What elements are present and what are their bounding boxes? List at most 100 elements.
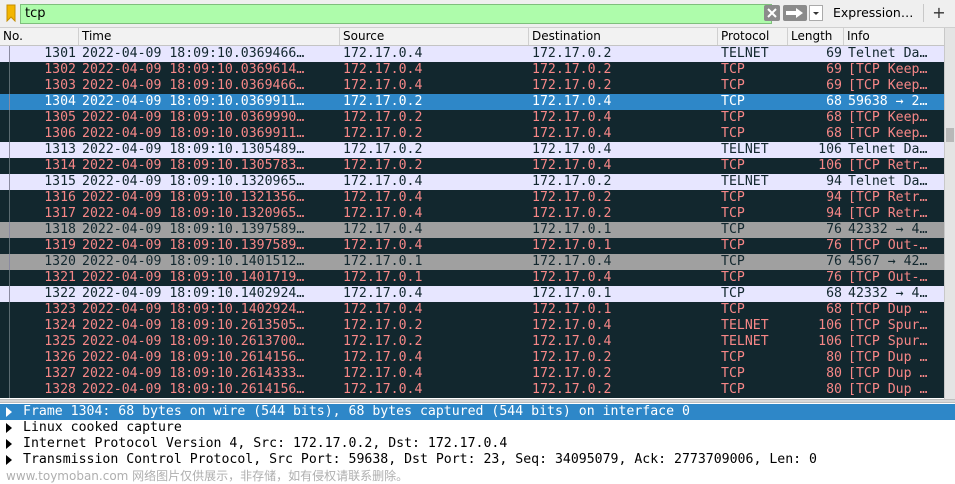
cell-dst: 172.17.0.4 bbox=[532, 318, 612, 333]
cell-dst: 172.17.0.4 bbox=[532, 94, 612, 109]
cell-len: 68 bbox=[826, 126, 842, 141]
cell-src: 172.17.0.2 bbox=[343, 110, 423, 125]
column-header-source[interactable]: Source bbox=[340, 28, 529, 45]
packet-row[interactable]: 1302 2022-04-09 18:09:10.0369614… 172.17.0… bbox=[0, 62, 944, 78]
packet-row[interactable]: 1316 2022-04-09 18:09:10.1321356… 172.17.0… bbox=[0, 190, 944, 206]
packet-row[interactable]: 1301 2022-04-09 18:09:10.0369466… 172.17.0… bbox=[0, 46, 944, 62]
cell-src: 172.17.0.2 bbox=[343, 142, 423, 157]
packet-row[interactable]: 1325 2022-04-09 18:09:10.2613700… 172.17.0… bbox=[0, 334, 944, 350]
cell-no: 1327 bbox=[44, 366, 76, 381]
cell-info: [TCP Keep… bbox=[848, 62, 928, 77]
display-filter-input[interactable]: tcp bbox=[20, 4, 772, 24]
cell-len: 69 bbox=[826, 46, 842, 61]
cell-proto: TCP bbox=[721, 254, 745, 269]
recent-filters-dropdown-icon[interactable] bbox=[809, 5, 823, 21]
cell-src: 172.17.0.4 bbox=[343, 62, 423, 77]
cell-no: 1321 bbox=[44, 270, 76, 285]
cell-proto: TCP bbox=[721, 126, 745, 141]
column-header-protocol[interactable]: Protocol bbox=[718, 28, 788, 45]
expand-arrow-icon[interactable] bbox=[6, 423, 12, 433]
cell-proto: TELNET bbox=[721, 46, 769, 61]
cell-dst: 172.17.0.1 bbox=[532, 222, 612, 237]
cell-src: 172.17.0.4 bbox=[343, 350, 423, 365]
packet-row[interactable]: 1305 2022-04-09 18:09:10.0369990… 172.17.0… bbox=[0, 110, 944, 126]
cell-time: 2022-04-09 18:09:10.1402924… bbox=[82, 302, 305, 317]
apply-filter-arrow-icon[interactable] bbox=[783, 5, 807, 21]
cell-proto: TCP bbox=[721, 190, 745, 205]
scrollbar-thumb[interactable] bbox=[946, 128, 954, 142]
column-header-time[interactable]: Time bbox=[79, 28, 340, 45]
cell-len: 76 bbox=[826, 222, 842, 237]
cell-len: 106 bbox=[818, 334, 842, 349]
cell-dst: 172.17.0.2 bbox=[532, 190, 612, 205]
cell-dst: 172.17.0.1 bbox=[532, 238, 612, 253]
packet-list: No. Time Source Destination Protocol Len… bbox=[0, 28, 955, 399]
cell-info: [TCP Spur… bbox=[848, 334, 928, 349]
packet-row[interactable]: 1319 2022-04-09 18:09:10.1397589… 172.17.0… bbox=[0, 238, 944, 254]
detail-row-tcp[interactable]: Transmission Control Protocol, Src Port:… bbox=[0, 452, 955, 468]
cell-time: 2022-04-09 18:09:10.2614156… bbox=[82, 350, 305, 365]
cell-info: 59638 → 2… bbox=[848, 94, 928, 109]
clear-filter-icon[interactable] bbox=[764, 5, 780, 21]
packet-row[interactable]: 1321 2022-04-09 18:09:10.1401719… 172.17.0… bbox=[0, 270, 944, 286]
cell-time: 2022-04-09 18:09:10.2614156… bbox=[82, 382, 305, 397]
packet-row[interactable]: 1323 2022-04-09 18:09:10.1402924… 172.17.0… bbox=[0, 302, 944, 318]
cell-len: 80 bbox=[826, 350, 842, 365]
filter-bookmark-icon[interactable] bbox=[3, 4, 19, 22]
expression-button[interactable]: Expression… bbox=[833, 4, 913, 22]
cell-dst: 172.17.0.4 bbox=[532, 110, 612, 125]
expand-arrow-icon[interactable] bbox=[6, 407, 12, 417]
packet-row[interactable]: 1317 2022-04-09 18:09:10.1320965… 172.17.0… bbox=[0, 206, 944, 222]
cell-time: 2022-04-09 18:09:10.1402924… bbox=[82, 286, 305, 301]
packet-row[interactable]: 1324 2022-04-09 18:09:10.2613505… 172.17.0… bbox=[0, 318, 944, 334]
cell-info: [TCP Keep… bbox=[848, 78, 928, 93]
cell-dst: 172.17.0.4 bbox=[532, 270, 612, 285]
cell-len: 106 bbox=[818, 318, 842, 333]
cell-no: 1303 bbox=[44, 78, 76, 93]
detail-text: Internet Protocol Version 4, Src: 172.17… bbox=[23, 436, 508, 451]
expand-arrow-icon[interactable] bbox=[6, 455, 12, 465]
packet-row[interactable]: 1313 2022-04-09 18:09:10.1305489… 172.17.0… bbox=[0, 142, 944, 158]
packet-row[interactable]: 1303 2022-04-09 18:09:10.0369466… 172.17.0… bbox=[0, 78, 944, 94]
column-header-length[interactable]: Length bbox=[788, 28, 844, 45]
cell-len: 80 bbox=[826, 366, 842, 381]
packet-row[interactable]: 1322 2022-04-09 18:09:10.1402924… 172.17.0… bbox=[0, 286, 944, 302]
cell-len: 80 bbox=[826, 382, 842, 397]
detail-row-ipv4[interactable]: Internet Protocol Version 4, Src: 172.17… bbox=[0, 436, 955, 452]
detail-text: Linux cooked capture bbox=[23, 420, 182, 435]
cell-info: 42332 → 4… bbox=[848, 222, 928, 237]
cell-no: 1325 bbox=[44, 334, 76, 349]
cell-len: 68 bbox=[826, 302, 842, 317]
packet-row[interactable]: 1327 2022-04-09 18:09:10.2614333… 172.17.0… bbox=[0, 366, 944, 382]
column-header-no[interactable]: No. bbox=[0, 28, 79, 45]
add-filter-button[interactable]: + bbox=[929, 2, 949, 24]
packet-list-scrollbar[interactable] bbox=[944, 28, 955, 399]
cell-time: 2022-04-09 18:09:10.1305783… bbox=[82, 158, 305, 173]
cell-time: 2022-04-09 18:09:10.1321356… bbox=[82, 190, 305, 205]
cell-time: 2022-04-09 18:09:10.1320965… bbox=[82, 174, 305, 189]
packet-row[interactable]: 1315 2022-04-09 18:09:10.1320965… 172.17.0… bbox=[0, 174, 944, 190]
packet-row[interactable]: 1304 2022-04-09 18:09:10.0369911… 172.17.0… bbox=[0, 94, 944, 110]
column-header-destination[interactable]: Destination bbox=[529, 28, 718, 45]
packet-row[interactable]: 1306 2022-04-09 18:09:10.0369911… 172.17.0… bbox=[0, 126, 944, 142]
cell-src: 172.17.0.4 bbox=[343, 206, 423, 221]
cell-no: 1304 bbox=[44, 94, 76, 109]
detail-row-linux-cooked[interactable]: Linux cooked capture bbox=[0, 420, 955, 436]
cell-src: 172.17.0.1 bbox=[343, 270, 423, 285]
cell-info: [TCP Out-… bbox=[848, 270, 928, 285]
cell-time: 2022-04-09 18:09:10.1401512… bbox=[82, 254, 305, 269]
packet-row[interactable]: 1328 2022-04-09 18:09:10.2614156… 172.17.0… bbox=[0, 382, 944, 398]
column-header-info[interactable]: Info bbox=[844, 28, 944, 45]
detail-row-frame[interactable]: Frame 1304: 68 bytes on wire (544 bits),… bbox=[0, 404, 955, 420]
cell-dst: 172.17.0.2 bbox=[532, 366, 612, 381]
cell-proto: TCP bbox=[721, 206, 745, 221]
packet-row[interactable]: 1314 2022-04-09 18:09:10.1305783… 172.17.0… bbox=[0, 158, 944, 174]
cell-no: 1320 bbox=[44, 254, 76, 269]
packet-row[interactable]: 1326 2022-04-09 18:09:10.2614156… 172.17.0… bbox=[0, 350, 944, 366]
expand-arrow-icon[interactable] bbox=[6, 439, 12, 449]
packet-row[interactable]: 1320 2022-04-09 18:09:10.1401512… 172.17.0… bbox=[0, 254, 944, 270]
packet-row[interactable]: 1318 2022-04-09 18:09:10.1397589… 172.17.0… bbox=[0, 222, 944, 238]
cell-time: 2022-04-09 18:09:10.0369911… bbox=[82, 94, 305, 109]
cell-time: 2022-04-09 18:09:10.1397589… bbox=[82, 238, 305, 253]
cell-len: 106 bbox=[818, 158, 842, 173]
